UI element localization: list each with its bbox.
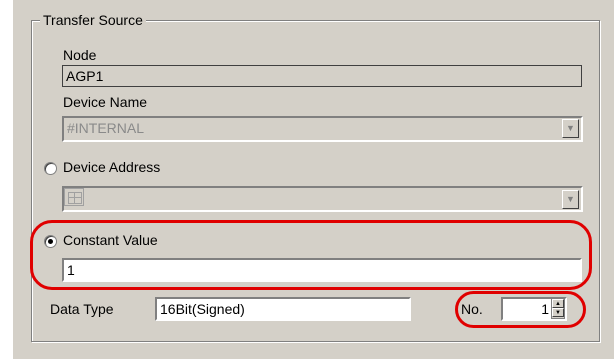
group-title: Transfer Source: [40, 10, 146, 30]
data-type-field[interactable]: 16Bit(Signed): [154, 296, 412, 322]
device-address-radio[interactable]: [44, 162, 57, 175]
constant-value-label[interactable]: Constant Value: [63, 231, 158, 249]
device-address-field: [61, 185, 584, 213]
no-label: No.: [461, 301, 483, 317]
device-address-label[interactable]: Device Address: [63, 158, 160, 176]
device-name-dropdown-button: ▼: [562, 119, 579, 138]
device-name-value: #INTERNAL: [67, 120, 145, 136]
spin-up-icon[interactable]: ▲: [552, 299, 564, 308]
device-address-dropdown-button: ▼: [562, 190, 579, 209]
constant-value-input[interactable]: 1: [61, 257, 583, 283]
chevron-down-icon: ▼: [566, 123, 575, 133]
spin-down-icon[interactable]: ▼: [552, 308, 564, 317]
constant-value-radio[interactable]: [44, 235, 57, 248]
node-field: AGP1: [62, 65, 582, 87]
no-spinner[interactable]: ▲ ▼: [551, 298, 565, 319]
address-input-icon: [64, 188, 84, 206]
data-type-label: Data Type: [50, 301, 114, 317]
device-name-combobox: #INTERNAL: [61, 115, 584, 143]
device-name-label: Device Name: [63, 94, 148, 110]
node-label: Node: [63, 47, 97, 63]
chevron-down-icon: ▼: [566, 194, 575, 204]
